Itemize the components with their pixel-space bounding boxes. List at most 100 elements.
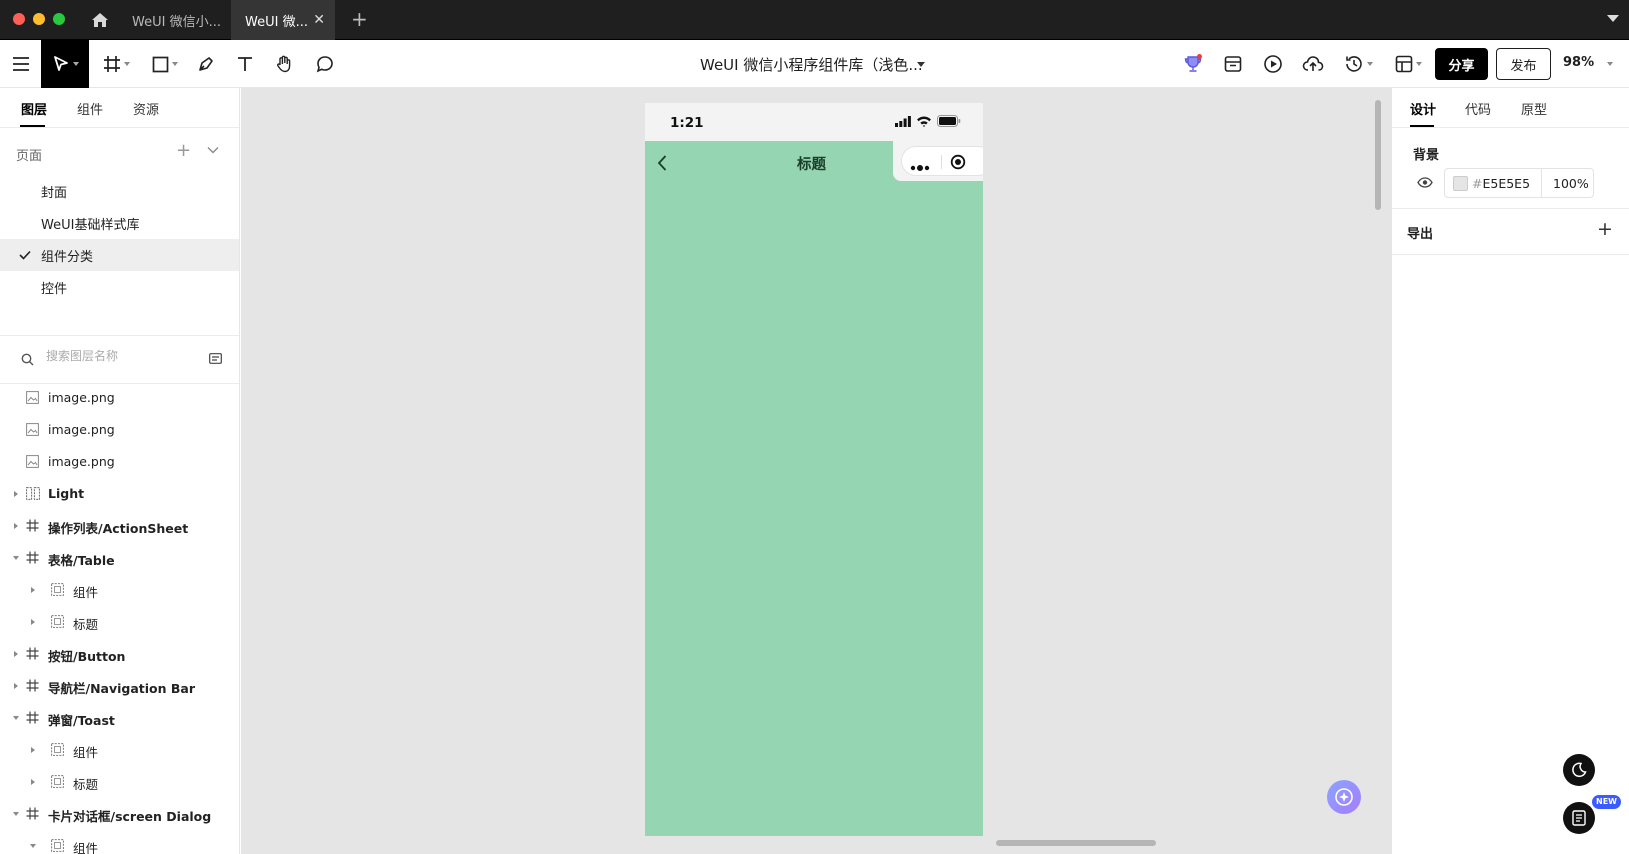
collapse-arrow-icon[interactable]	[30, 844, 36, 848]
tab-code[interactable]: 代码	[1465, 99, 1491, 118]
mini-program-capsule[interactable]	[901, 146, 983, 176]
tab-assets[interactable]: 资源	[133, 99, 159, 118]
image-icon	[26, 391, 39, 407]
expand-arrow-icon[interactable]	[14, 491, 18, 497]
layer-row[interactable]: 组件	[0, 830, 239, 854]
add-page-icon[interactable]: +	[176, 140, 191, 161]
layer-label: 标题	[73, 777, 99, 792]
share-button[interactable]: 分享	[1435, 48, 1488, 80]
layer-row[interactable]: 标题	[0, 766, 239, 798]
back-arrow-icon[interactable]	[657, 155, 667, 175]
layer-label: 弹窗/Toast	[48, 713, 115, 728]
battery-icon	[937, 115, 961, 127]
tab-doc-2[interactable]: WeUI 微... ✕	[231, 0, 335, 40]
upload-button[interactable]	[1298, 40, 1328, 88]
collapse-arrow-icon[interactable]	[13, 812, 19, 816]
zoom-window-button[interactable]	[53, 13, 65, 25]
document-title[interactable]: WeUI 微信小程序组件库（浅色...	[700, 54, 923, 75]
left-panel-tabs: 图层 组件 资源	[0, 88, 239, 128]
expand-arrow-icon[interactable]	[31, 619, 35, 625]
comment-tool[interactable]	[312, 40, 338, 88]
zoom-level[interactable]: 98%	[1563, 55, 1594, 70]
layer-search-input[interactable]	[46, 345, 186, 367]
vertical-scrollbar[interactable]	[1375, 100, 1381, 210]
color-swatch[interactable]	[1453, 176, 1468, 191]
app-window: WeUI 微信小... WeUI 微... ✕ + WeUI 微信小程序组件库（…	[0, 0, 1629, 854]
library-button[interactable]	[1218, 40, 1248, 88]
collapse-arrow-icon[interactable]	[13, 716, 19, 720]
layer-row[interactable]: image.png	[0, 446, 239, 478]
tab-prototype[interactable]: 原型	[1521, 99, 1547, 118]
layer-row[interactable]: 操作列表/ActionSheet	[0, 510, 239, 542]
frame-tool[interactable]	[98, 40, 134, 88]
hand-tool[interactable]	[271, 40, 297, 88]
pen-tool[interactable]	[193, 40, 219, 88]
chevron-down-icon[interactable]	[917, 62, 925, 67]
eye-icon[interactable]	[1417, 177, 1433, 192]
layer-row[interactable]: 导航栏/Navigation Bar	[0, 670, 239, 702]
tab-design[interactable]: 设计	[1410, 99, 1436, 118]
layer-row[interactable]: image.png	[0, 382, 239, 414]
move-tool[interactable]	[41, 40, 89, 88]
horizontal-scrollbar[interactable]	[996, 840, 1156, 846]
add-export-icon[interactable]: +	[1597, 218, 1613, 240]
chevron-down-icon[interactable]	[207, 143, 219, 158]
chevron-down-icon[interactable]	[1607, 62, 1613, 66]
layer-row[interactable]: 卡片对话框/screen Dialog	[0, 798, 239, 830]
expand-arrow-icon[interactable]	[14, 523, 18, 529]
tab-layers[interactable]: 图层	[21, 99, 47, 118]
notes-button[interactable]	[1563, 802, 1595, 834]
tab-doc-1[interactable]: WeUI 微信小...	[118, 0, 231, 40]
expand-arrow-icon[interactable]	[31, 747, 35, 753]
layer-row[interactable]: 按钮/Button	[0, 638, 239, 670]
phone-frame[interactable]: 1:21 标题	[645, 103, 983, 836]
trophy-button[interactable]	[1178, 40, 1208, 88]
menu-icon[interactable]	[8, 40, 34, 88]
background-color-field[interactable]: #E5E5E5 100%	[1444, 168, 1594, 198]
layout-button[interactable]	[1390, 40, 1426, 88]
collapse-arrow-icon[interactable]	[13, 556, 19, 560]
layer-row[interactable]: Light	[0, 478, 239, 510]
page-item[interactable]: WeUI基础样式库	[0, 207, 239, 239]
frame-icon	[26, 519, 39, 535]
layer-row[interactable]: 表格/Table	[0, 542, 239, 574]
home-icon[interactable]	[90, 10, 110, 30]
expand-arrow-icon[interactable]	[14, 683, 18, 689]
trophy-icon	[1184, 54, 1202, 72]
history-button[interactable]	[1340, 40, 1376, 88]
hex-value[interactable]: #E5E5E5	[1472, 176, 1530, 191]
expand-arrow-icon[interactable]	[31, 779, 35, 785]
play-button[interactable]	[1258, 40, 1288, 88]
pen-icon	[199, 57, 213, 71]
layer-row[interactable]: image.png	[0, 414, 239, 446]
new-tab-icon[interactable]: +	[351, 9, 368, 29]
shape-tool[interactable]	[148, 40, 182, 88]
filter-icon[interactable]	[209, 353, 222, 368]
expand-arrow-icon[interactable]	[31, 587, 35, 593]
ai-assistant-button[interactable]	[1327, 780, 1361, 814]
chevron-down-icon[interactable]	[1607, 15, 1619, 22]
page-item-selected[interactable]: 组件分类	[0, 239, 239, 271]
dark-mode-button[interactable]	[1563, 754, 1595, 786]
close-target-icon[interactable]	[950, 154, 966, 174]
publish-button[interactable]: 发布	[1496, 48, 1551, 80]
minimize-window-button[interactable]	[33, 13, 45, 25]
page-item[interactable]: 封面	[0, 175, 239, 207]
page-item[interactable]: 控件	[0, 271, 239, 303]
close-tab-icon[interactable]: ✕	[313, 12, 325, 28]
layer-row[interactable]: 组件	[0, 734, 239, 766]
status-bar: 1:21	[645, 103, 983, 141]
layer-row[interactable]: 弹窗/Toast	[0, 702, 239, 734]
expand-arrow-icon[interactable]	[14, 651, 18, 657]
tab-label: WeUI 微信小...	[132, 14, 221, 30]
group-icon	[51, 839, 64, 854]
layer-row[interactable]: 标题	[0, 606, 239, 638]
more-icon[interactable]	[910, 160, 930, 175]
layer-label: image.png	[48, 422, 115, 437]
close-window-button[interactable]	[13, 13, 25, 25]
opacity-value[interactable]: 100%	[1553, 176, 1589, 191]
text-tool[interactable]	[232, 40, 258, 88]
tab-components[interactable]: 组件	[77, 99, 103, 118]
page-label: 组件分类	[41, 249, 94, 265]
layer-row[interactable]: 组件	[0, 574, 239, 606]
